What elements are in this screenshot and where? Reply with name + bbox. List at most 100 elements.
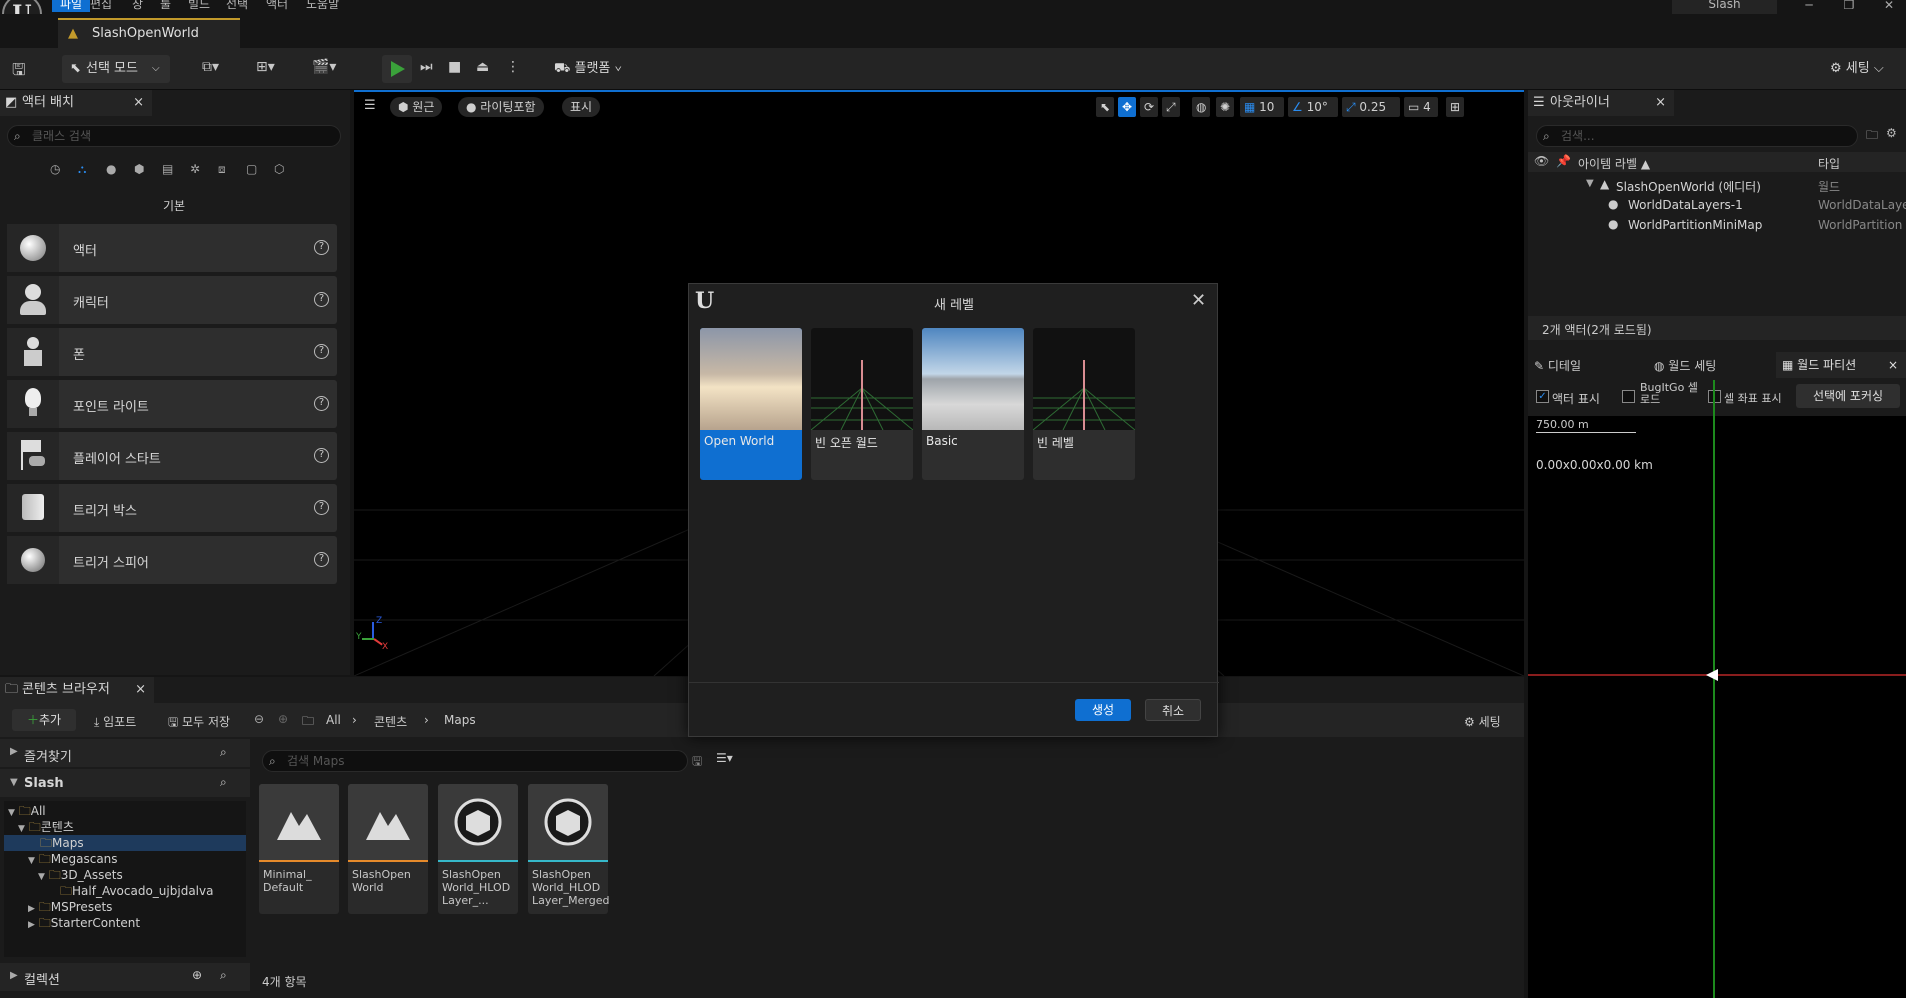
help-icon[interactable]: ? bbox=[314, 448, 329, 463]
close-tab-icon[interactable]: × bbox=[135, 677, 146, 703]
place-item-trigger-sphere[interactable]: 트리거 스피어 ? bbox=[7, 536, 337, 584]
help-icon[interactable]: ? bbox=[314, 396, 329, 411]
eject-icon[interactable]: ⏏ bbox=[476, 59, 489, 75]
minimize-icon[interactable]: ─ bbox=[1794, 0, 1824, 14]
show-actors-checkbox[interactable]: ✓ bbox=[1536, 390, 1549, 403]
column-item-label[interactable]: 아이템 라벨 ▲ bbox=[1578, 155, 1650, 172]
details-tab[interactable]: ✎ 디테일 bbox=[1534, 357, 1581, 374]
recent-icon[interactable]: ◷ bbox=[50, 162, 60, 176]
favorites-header[interactable]: ▶ 즐겨찾기 ⌕ bbox=[0, 739, 250, 767]
menu-file[interactable]: 파일 bbox=[52, 0, 91, 12]
all-classes-icon[interactable]: ⬡ bbox=[274, 162, 284, 176]
camera-speed-button[interactable]: ▭ 4 bbox=[1404, 97, 1438, 117]
back-icon[interactable]: ⊖ bbox=[254, 712, 264, 726]
save-icon[interactable]: 🖫 bbox=[12, 59, 26, 86]
grid-snap-toggle[interactable]: ▦ 10 bbox=[1240, 97, 1284, 117]
settings-button[interactable]: ⚙ 세팅 ⌵ bbox=[1830, 55, 1884, 83]
blueprint-icon[interactable]: ⊞▾ bbox=[256, 59, 275, 75]
menu-tools[interactable]: 툴 bbox=[160, 0, 171, 12]
help-icon[interactable]: ? bbox=[314, 552, 329, 567]
outliner-tab[interactable]: ☰ 아웃라이너 × bbox=[1528, 90, 1674, 116]
search-icon[interactable]: ⌕ bbox=[220, 745, 227, 760]
import-button[interactable]: ⤓ 임포트 bbox=[94, 713, 136, 730]
tree-item-maps[interactable]: 🗀Maps bbox=[4, 835, 246, 851]
tree-item-starter-content[interactable]: ▶ 🗀StarterContent bbox=[28, 915, 140, 931]
breadcrumb-content[interactable]: 콘텐츠 bbox=[374, 713, 407, 730]
visibility-eye-icon[interactable]: 👁 bbox=[1534, 154, 1549, 168]
close-tab-icon[interactable]: × bbox=[1655, 90, 1666, 116]
translate-icon[interactable]: ✥ bbox=[1118, 97, 1137, 117]
select-mode-button[interactable]: ⬉ 선택 모드 ⌵ bbox=[62, 55, 170, 83]
tree-item-megascans[interactable]: ▼ 🗀Megascans bbox=[28, 851, 118, 867]
tree-item-content[interactable]: ▼ 🗀콘텐츠 bbox=[18, 819, 74, 835]
place-item-character[interactable]: 캐릭터 ? bbox=[7, 276, 337, 324]
cinematic-icon[interactable]: ▤ bbox=[162, 162, 173, 176]
gear-icon[interactable]: ⚙ bbox=[1886, 126, 1897, 140]
more-options-icon[interactable]: ⋮ bbox=[506, 59, 520, 75]
collections-header[interactable]: ▶ 컬렉션 ⊕ ⌕ bbox=[0, 963, 250, 991]
outliner-row[interactable]: ▼ ▲ SlashOpenWorld (에디터) 월드 bbox=[1528, 176, 1906, 194]
outliner-row[interactable]: ● WorldPartitionMiniMap WorldPartition bbox=[1528, 216, 1906, 234]
tree-item-half-avocado[interactable]: 🗀Half_Avocado_ujbjdalva bbox=[60, 883, 213, 899]
place-item-point-light[interactable]: 포인트 라이트 ? bbox=[7, 380, 337, 428]
rotation-snap-toggle[interactable]: ∠ 10° bbox=[1288, 97, 1338, 117]
world-partition-map[interactable]: ✓ 액터 표시 BugItGo 셀 로드 셀 좌표 표시 선택에 포커싱 750… bbox=[1528, 380, 1906, 998]
column-type[interactable]: 타입 bbox=[1818, 155, 1840, 172]
level-tab[interactable]: ▲ SlashOpenWorld bbox=[58, 18, 240, 48]
close-icon[interactable]: ✕ bbox=[1191, 290, 1206, 311]
template-basic[interactable]: Basic bbox=[922, 328, 1024, 480]
scale-snap-toggle[interactable]: ⤢ 0.25 bbox=[1342, 97, 1400, 117]
restore-icon[interactable]: ❐ bbox=[1834, 0, 1864, 14]
shapes-icon[interactable]: ⬢ bbox=[134, 162, 144, 176]
cinematics-icon[interactable]: 🎬▾ bbox=[312, 59, 336, 75]
create-button[interactable]: 생성 bbox=[1075, 699, 1131, 721]
forward-icon[interactable]: ⊕ bbox=[278, 712, 288, 726]
close-tab-icon[interactable]: × bbox=[1888, 352, 1898, 378]
add-button[interactable]: ＋추가 bbox=[12, 709, 76, 731]
help-icon[interactable]: ? bbox=[314, 240, 329, 255]
world-partition-tab[interactable]: ▦ 월드 파티션 × bbox=[1776, 352, 1906, 378]
bugitgo-checkbox[interactable] bbox=[1622, 390, 1635, 403]
asset-tile[interactable]: SlashOpen World_HLOD Layer_Merged bbox=[528, 784, 610, 914]
place-item-pawn[interactable]: 폰 ? bbox=[7, 328, 337, 376]
template-open-world[interactable]: Open World bbox=[700, 328, 802, 480]
content-settings-button[interactable]: ⚙ 세팅 bbox=[1464, 713, 1501, 730]
volumes-icon[interactable]: ▢ bbox=[246, 162, 257, 176]
focus-selection-button[interactable]: 선택에 포커싱 bbox=[1796, 384, 1900, 408]
help-icon[interactable]: ? bbox=[314, 292, 329, 307]
help-icon[interactable]: ? bbox=[314, 500, 329, 515]
add-actor-icon[interactable]: ⧉▾ bbox=[202, 59, 219, 75]
view-mode-button[interactable]: ● 라이팅포함 bbox=[458, 97, 544, 117]
save-search-icon[interactable]: 🖫 bbox=[692, 752, 702, 773]
asset-tile[interactable]: SlashOpen World bbox=[348, 784, 428, 914]
outliner-search-input[interactable]: ⌕ 검색... bbox=[1536, 125, 1858, 147]
close-tab-icon[interactable]: × bbox=[133, 90, 144, 116]
viewport-menu-icon[interactable]: ☰ bbox=[364, 98, 376, 113]
world-local-icon[interactable]: ◍ bbox=[1192, 97, 1211, 117]
menu-help[interactable]: 도움말 bbox=[306, 0, 339, 12]
class-search-input[interactable]: ⌕ 클래스 검색 bbox=[7, 125, 341, 147]
pin-icon[interactable]: 📌 bbox=[1556, 154, 1571, 168]
save-all-button[interactable]: 🖫 모두 저장 bbox=[168, 713, 230, 734]
perspective-button[interactable]: ⬢ 원근 bbox=[390, 97, 443, 117]
asset-tile[interactable]: Minimal_ Default bbox=[259, 784, 339, 914]
place-item-player-start[interactable]: 플레이어 스타트 ? bbox=[7, 432, 337, 480]
place-item-actor[interactable]: 액터 ? bbox=[7, 224, 337, 272]
lights-icon[interactable]: ● bbox=[106, 162, 116, 176]
surface-snap-icon[interactable]: ✺ bbox=[1216, 97, 1235, 117]
project-header[interactable]: ▼ Slash ⌕ bbox=[0, 769, 250, 797]
breadcrumb-all[interactable]: All bbox=[326, 713, 341, 727]
tree-item-mspresets[interactable]: ▶ 🗀MSPresets bbox=[28, 899, 112, 915]
template-empty-open-world[interactable]: 빈 오픈 월드 bbox=[811, 328, 913, 480]
breadcrumb-maps[interactable]: Maps bbox=[444, 713, 476, 727]
menu-window[interactable]: 창 bbox=[132, 0, 143, 12]
basic-shapes-icon[interactable]: ⛬ bbox=[78, 162, 86, 177]
scale-icon[interactable]: ⤢ bbox=[1162, 97, 1180, 117]
expand-arrow-icon[interactable]: ▼ bbox=[1586, 178, 1594, 189]
search-icon[interactable]: ⌕ bbox=[220, 968, 227, 983]
menu-actor[interactable]: 액터 bbox=[266, 0, 288, 12]
platforms-button[interactable]: ⛟ 플랫폼 ⌵ bbox=[554, 55, 622, 83]
place-item-trigger-box[interactable]: 트리거 박스 ? bbox=[7, 484, 337, 532]
asset-search-input[interactable]: ⌕ 검색 Maps bbox=[262, 750, 688, 772]
place-actors-tab[interactable]: ◩ 액터 배치 × bbox=[0, 90, 152, 116]
